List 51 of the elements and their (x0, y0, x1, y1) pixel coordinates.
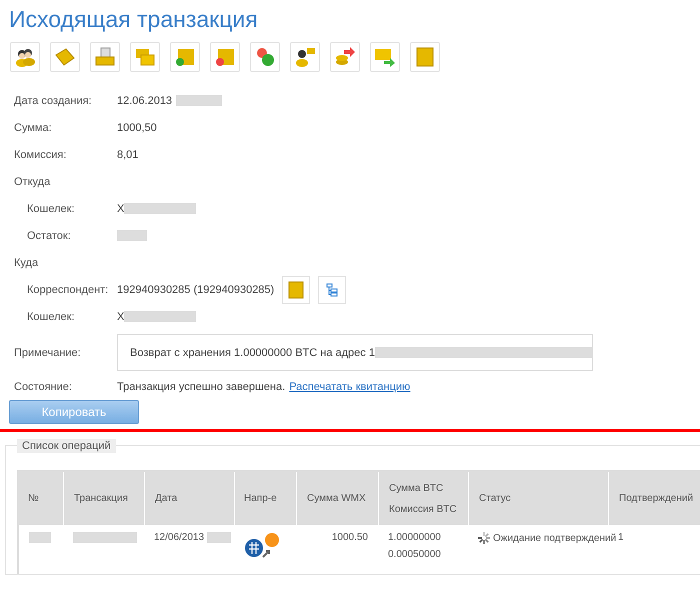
coins-arrow-icon (334, 46, 356, 68)
field-label: Остаток: (27, 230, 72, 242)
column-header: Напр-е (244, 493, 278, 504)
status-text: Транзакция успешно завершена. (117, 381, 286, 393)
column-header: Комиссия BTC (389, 504, 458, 514)
column-header: Дата (155, 493, 178, 504)
section-label: Куда (14, 256, 40, 268)
folder-button[interactable] (282, 276, 310, 304)
toolbar-button[interactable] (10, 42, 40, 72)
table-cell: 12/06/2013 (154, 532, 204, 543)
field-value: 8,01 (117, 148, 138, 160)
table-cell: 1000.50 (332, 532, 368, 543)
redaction-bar (73, 532, 137, 543)
spinner-icon (478, 532, 490, 544)
tree-icon (326, 282, 338, 296)
page-title: Исходящая транзакция (8, 5, 259, 34)
table-cell: Ожидание подтверждений (493, 532, 616, 544)
field-value: 12.06.2013 (117, 94, 172, 106)
inbox-icon (94, 46, 116, 68)
user-message-icon (294, 46, 316, 68)
field-label: Сумма: (14, 122, 53, 134)
field-label: Корреспондент: (27, 284, 110, 296)
column-header: Подтверждений (619, 493, 694, 504)
field-value: 1000,50 (117, 122, 157, 134)
toolbar-button[interactable] (290, 42, 320, 72)
table-cell: 1.00000000 (388, 532, 441, 543)
people-icon (14, 46, 36, 68)
exchange-icon (244, 532, 282, 558)
column-header: Сумма WMX (307, 493, 367, 504)
field-label: Комиссия: (14, 148, 68, 160)
section-label: Откуда (14, 176, 52, 188)
panel-legend: Список операций (17, 439, 116, 453)
table-cell: 1 (618, 532, 624, 543)
print-receipt-link[interactable]: Распечатать квитанцию (289, 381, 410, 393)
column-header: № (28, 493, 40, 504)
redaction-bar (29, 532, 51, 543)
note-text: Возврат с хранения 1.00000000 BTC на адрес 1 (130, 346, 375, 358)
field-label: Кошелек: (27, 310, 76, 322)
field-label: Примечание: (14, 346, 82, 358)
tree-button[interactable] (318, 276, 346, 304)
field-label: Дата создания: (14, 94, 93, 106)
field-value: 192940930285 (192940930285) (117, 284, 274, 296)
column-header: Трансакция (74, 493, 129, 504)
field-label: Кошелек: (27, 202, 76, 214)
column-header: Сумма BTC (389, 482, 444, 494)
field-value: X (117, 202, 124, 214)
table-cell: 0.00050000 (388, 549, 441, 560)
column-header: Статус (479, 493, 512, 504)
field-value: X (117, 310, 124, 322)
field-label: Состояние: (14, 381, 73, 393)
redaction-bar (207, 532, 232, 543)
